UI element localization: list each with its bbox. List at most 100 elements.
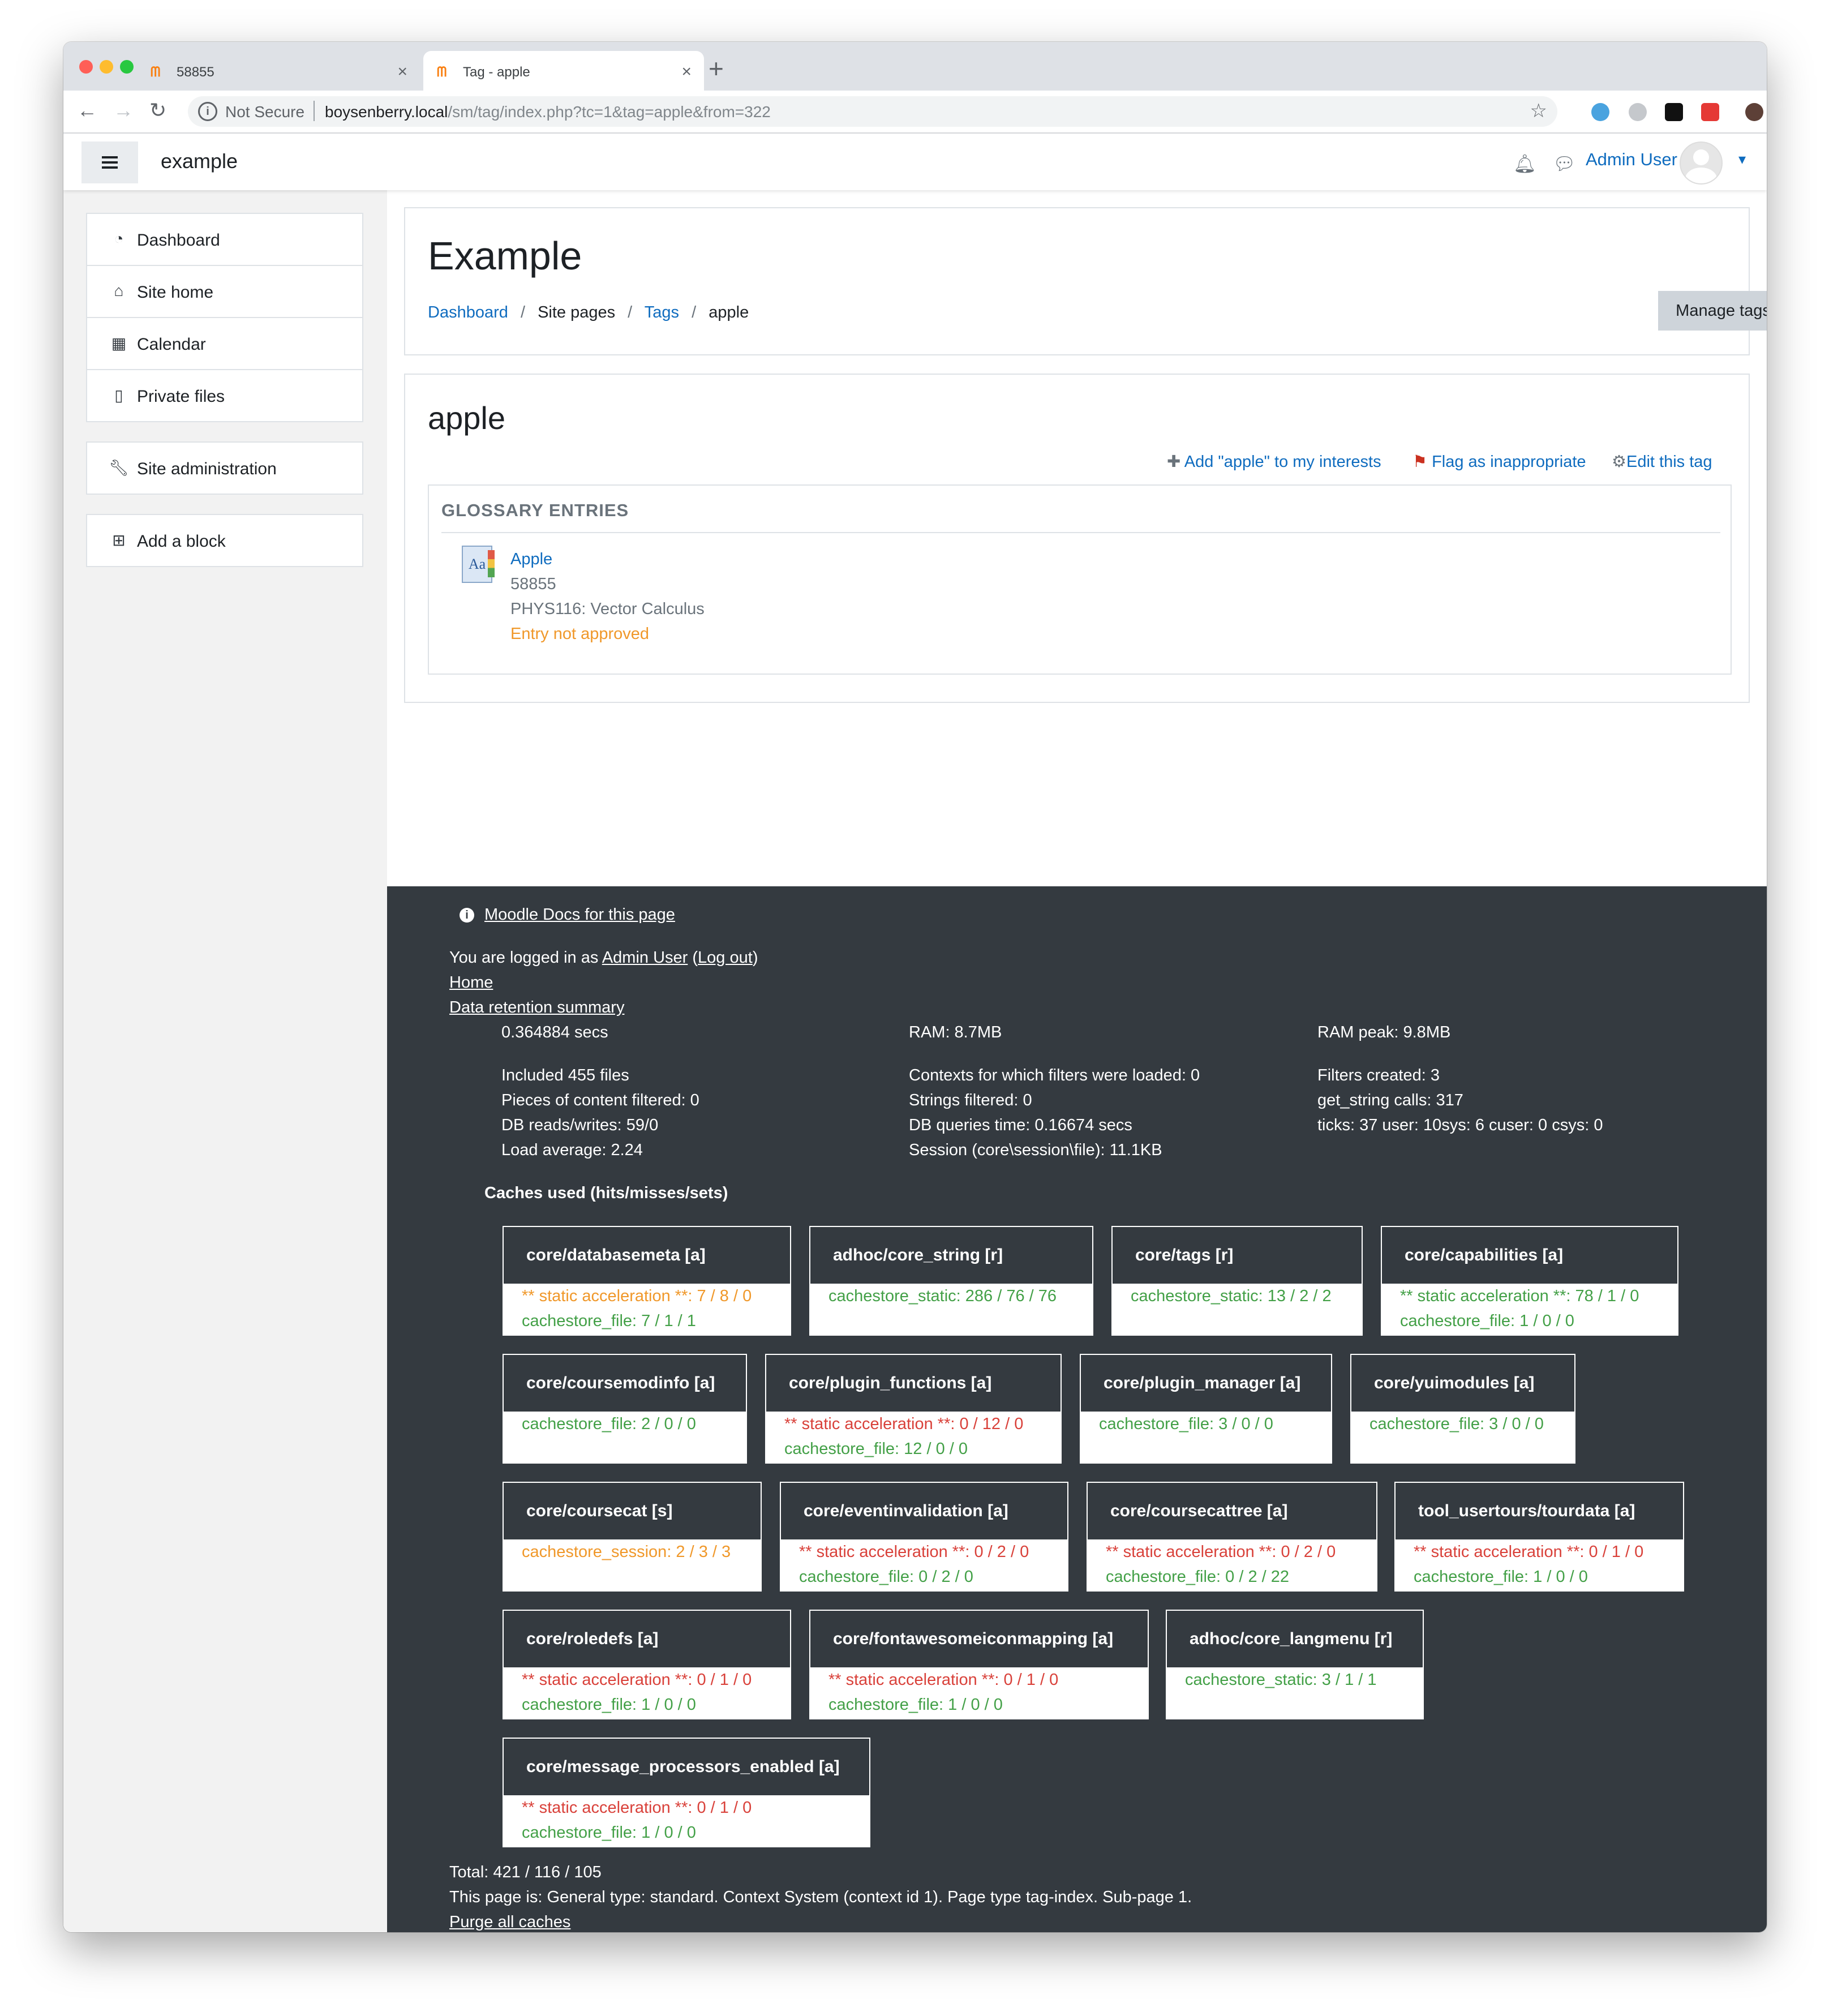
extension-icon[interactable] — [1665, 103, 1683, 121]
cache-name: core/plugin_manager [a] — [1081, 1355, 1331, 1412]
purge-caches-link[interactable]: Purge all caches — [449, 1913, 570, 1931]
tab-tag-apple[interactable]: ᗰ Tag - apple × — [423, 51, 704, 91]
cache-stat: ** static acceleration **: 0 / 1 / 0 — [828, 1671, 1059, 1689]
info-icon[interactable]: i — [198, 102, 217, 121]
edit-tag-link[interactable]: ⚙Edit this tag — [1612, 452, 1712, 471]
logout-link[interactable]: Log out — [698, 949, 753, 967]
perf-stat: Included 455 files — [501, 1066, 629, 1084]
breadcrumb-dashboard[interactable]: Dashboard — [428, 303, 508, 321]
perf-stat: Strings filtered: 0 — [909, 1091, 1032, 1109]
site-name[interactable]: example — [161, 149, 238, 173]
forward-icon[interactable]: → — [113, 98, 134, 122]
breadcrumb-tags[interactable]: Tags — [645, 303, 679, 321]
user-menu-name[interactable]: Admin User — [1586, 149, 1677, 170]
tag-region: apple ✚ Add "apple" to my interests ⚑ Fl… — [404, 374, 1750, 703]
url-host: boysenberry.local — [325, 103, 448, 121]
page-title: Example — [428, 234, 582, 278]
breadcrumb-site-pages: Site pages — [538, 303, 616, 321]
user-avatar[interactable] — [1680, 141, 1723, 185]
drawer-item-site-administration[interactable]: 🔧︎ Site administration — [86, 441, 363, 495]
extension-icon[interactable] — [1701, 103, 1719, 121]
cache-box: adhoc/core_langmenu [r] cachestore_stati… — [1166, 1610, 1424, 1719]
flag-link[interactable]: ⚑ Flag as inappropriate — [1412, 452, 1586, 471]
divider — [314, 101, 315, 121]
perf-stat: RAM peak: 9.8MB — [1317, 1023, 1451, 1041]
maximize-window-icon[interactable] — [120, 60, 134, 74]
plus-icon: ✚ — [1167, 453, 1184, 471]
home-link[interactable]: Home — [449, 973, 493, 992]
cache-stat: ** static acceleration **: 0 / 2 / 0 — [799, 1543, 1029, 1561]
hamburger-icon — [102, 161, 118, 164]
add-block-button[interactable]: ⊞ Add a block — [86, 514, 363, 567]
close-window-icon[interactable] — [79, 60, 93, 74]
cache-stat: cachestore_file: 1 / 0 / 0 — [522, 1824, 696, 1842]
breadcrumb-current: apple — [709, 303, 749, 321]
data-retention-link[interactable]: Data retention summary — [449, 998, 624, 1016]
cache-name: tool_usertours/tourdata [a] — [1396, 1483, 1683, 1539]
close-tab-icon[interactable]: × — [397, 62, 407, 82]
cache-box: core/message_processors_enabled [a] ** s… — [503, 1738, 870, 1847]
section-heading: GLOSSARY ENTRIES — [441, 500, 629, 520]
drawer-item-label: Site home — [137, 283, 214, 302]
drawer-item-label: Site administration — [137, 460, 277, 478]
drawer-item-site-home[interactable]: ⌂ Site home — [86, 265, 363, 318]
docs-link[interactable]: i Moodle Docs for this page — [460, 906, 675, 924]
perf-stat: DB reads/writes: 59/0 — [501, 1116, 659, 1134]
cache-box: core/tags [r] cachestore_static: 13 / 2 … — [1111, 1226, 1363, 1336]
url-field[interactable]: i Not Secure boysenberry.local/sm/tag/in… — [188, 96, 1557, 127]
profile-avatar-icon[interactable] — [1745, 103, 1763, 121]
manage-tags-button[interactable]: Manage tags — [1658, 291, 1767, 331]
cache-name: core/tags [r] — [1113, 1227, 1362, 1284]
perf-stat: ticks: 37 user: 10sys: 6 cuser: 0 csys: … — [1317, 1116, 1603, 1134]
chat-icon[interactable]: 💬︎ — [1553, 153, 1576, 174]
cache-box: core/capabilities [a] ** static accelera… — [1381, 1226, 1678, 1336]
cache-stat: ** static acceleration **: 0 / 1 / 0 — [1414, 1543, 1644, 1561]
new-tab-icon[interactable]: + — [709, 53, 724, 84]
cloud-extension-icon[interactable] — [1629, 103, 1647, 121]
cache-name: core/coursecattree [a] — [1088, 1483, 1376, 1539]
login-user-link[interactable]: Admin User — [602, 949, 688, 967]
chevron-down-icon[interactable]: ▾ — [1738, 151, 1746, 168]
glossary-icon: Aa — [462, 546, 495, 583]
drawer-item-dashboard[interactable]: ◔ Dashboard — [86, 213, 363, 266]
drawer-item-label: Dashboard — [137, 231, 220, 250]
extension-icon[interactable] — [1591, 103, 1609, 121]
cache-stat: cachestore_static: 3 / 1 / 1 — [1185, 1671, 1377, 1689]
close-tab-icon[interactable]: × — [681, 62, 692, 82]
perf-stat: get_string calls: 317 — [1317, 1091, 1463, 1109]
reload-icon[interactable]: ↻ — [149, 98, 166, 122]
page-header: Example Dashboard / Site pages / Tags / … — [404, 207, 1767, 355]
bookmark-star-icon[interactable]: ☆ — [1530, 100, 1547, 122]
back-icon[interactable]: ← — [77, 98, 97, 122]
cache-box: core/plugin_functions [a] ** static acce… — [765, 1354, 1062, 1464]
minimize-window-icon[interactable] — [100, 60, 113, 74]
url-text: boysenberry.local/sm/tag/index.php?tc=1&… — [325, 103, 771, 121]
drawer-toggle-button[interactable] — [81, 141, 138, 183]
browser-window: ᗰ 58855 × ᗰ Tag - apple × + ← → ↻ i Not … — [63, 42, 1767, 1932]
perf-stat: Load average: 2.24 — [501, 1141, 643, 1159]
tab-bar: ᗰ 58855 × ᗰ Tag - apple × + — [63, 42, 1767, 91]
cache-name: core/roledefs [a] — [504, 1611, 790, 1667]
top-navbar: example 🔔︎ 💬︎ Admin User ▾ — [63, 134, 1767, 190]
cache-stat: cachestore_file: 3 / 0 / 0 — [1099, 1415, 1273, 1433]
cache-box: core/coursemodinfo [a] cachestore_file: … — [503, 1354, 747, 1464]
cache-name: core/yuimodules [a] — [1351, 1355, 1574, 1412]
drawer-item-calendar[interactable]: ▦ Calendar — [86, 317, 363, 370]
bell-icon[interactable]: 🔔︎ — [1513, 153, 1536, 174]
add-interest-link[interactable]: ✚ Add "apple" to my interests — [1167, 452, 1381, 471]
tab-58855[interactable]: ᗰ 58855 × — [137, 51, 420, 91]
divider — [441, 532, 1720, 533]
moodle-favicon-icon: ᗰ — [151, 65, 161, 80]
drawer-item-private-files[interactable]: ▯ Private files — [86, 369, 363, 422]
cache-stat: cachestore_file: 0 / 2 / 22 — [1106, 1568, 1290, 1586]
cache-box: core/fontawesomeiconmapping [a] ** stati… — [809, 1610, 1149, 1719]
perf-stat: Pieces of content filtered: 0 — [501, 1091, 699, 1109]
avatar-body-icon — [1685, 168, 1717, 183]
info-icon: i — [460, 908, 474, 923]
login-prefix: You are logged in as — [449, 949, 602, 967]
cache-stat: ** static acceleration **: 0 / 2 / 0 — [1106, 1543, 1336, 1561]
security-label: Not Secure — [225, 103, 305, 121]
breadcrumb-separator: / — [520, 303, 525, 321]
cache-box: core/roledefs [a] ** static acceleration… — [503, 1610, 791, 1719]
glossary-entry-link[interactable]: Apple — [510, 550, 552, 569]
